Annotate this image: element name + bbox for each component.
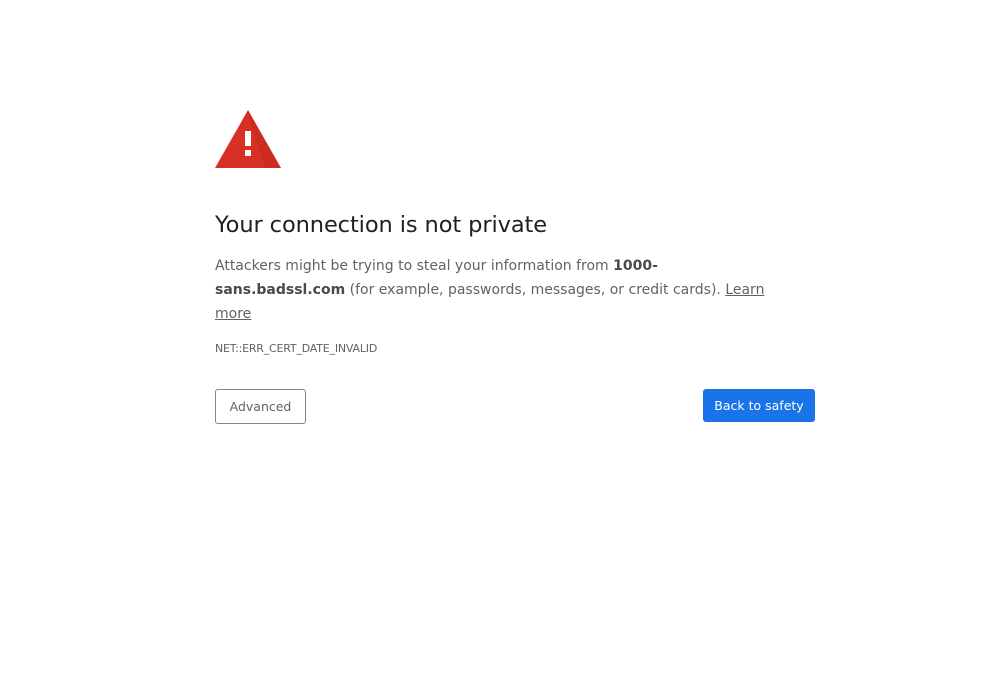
interstitial-page: Your connection is not private Attackers… [0, 0, 1000, 675]
message-prefix: Attackers might be trying to steal your … [215, 258, 614, 274]
message-suffix: (for example, passwords, messages, or cr… [345, 282, 726, 298]
button-row: Advanced Back to safety [215, 389, 815, 424]
error-code: NET::ERR_CERT_DATE_INVALID [215, 342, 378, 355]
interstitial-content: Your connection is not private Attackers… [215, 110, 815, 356]
advanced-button[interactable]: Advanced [215, 389, 306, 424]
back-to-safety-button[interactable]: Back to safety [703, 389, 815, 422]
page-title: Your connection is not private [215, 212, 547, 238]
warning-icon [215, 110, 281, 168]
main-message: Attackers might be trying to steal your … [215, 254, 785, 326]
